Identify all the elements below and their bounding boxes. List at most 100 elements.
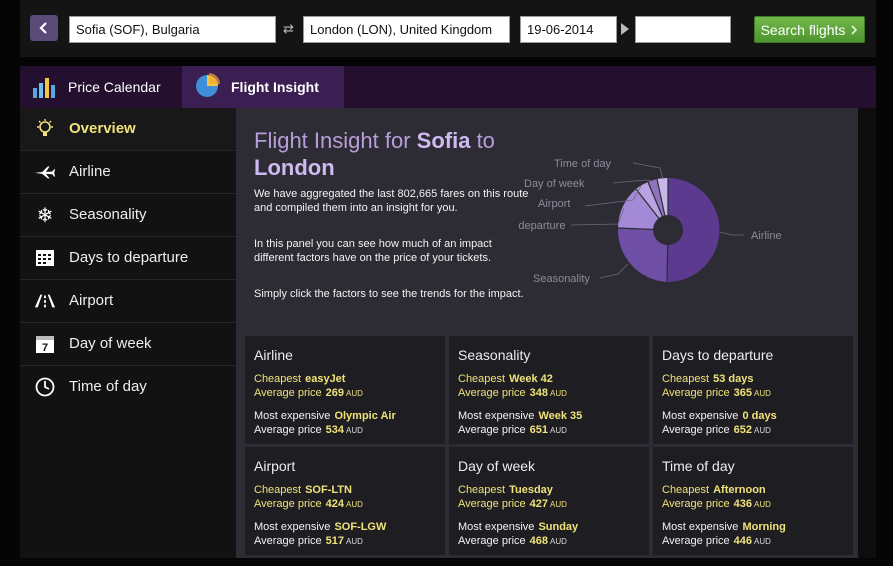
factor-card-time-of-day[interactable]: Time of day Cheapest Afternoon Average pric…	[653, 447, 853, 555]
expensive-price-row: Average price 534 AUD	[254, 424, 363, 436]
bar-chart-icon	[33, 78, 55, 98]
cheapest-price: 436	[733, 498, 753, 510]
arrow-right-icon	[621, 23, 629, 35]
cheapest-price-row: Average price 348 AUD	[458, 387, 567, 399]
expensive-label: Most expensive	[458, 410, 535, 422]
cheapest-price: 348	[529, 387, 549, 399]
cheapest-value: Week 42	[509, 373, 553, 385]
lightbulb-icon	[34, 119, 56, 139]
sidebar-item-time-of-day[interactable]: Time of day	[20, 366, 236, 409]
cheapest-price-row: Average price 427 AUD	[458, 498, 567, 510]
avg-price-label: Average price	[254, 387, 322, 399]
origin-input[interactable]: Sofia (SOF), Bulgaria	[69, 16, 276, 43]
expensive-value: SOF-LGW	[334, 521, 387, 533]
cheapest-value: Afternoon	[713, 484, 766, 496]
search-flights-button[interactable]: Search flights	[754, 16, 865, 43]
sidebar-item-day-of-week[interactable]: 7 Day of week	[20, 323, 236, 366]
tab-flight-insight-label: Flight Insight	[231, 79, 319, 95]
sidebar-item-airport[interactable]: Airport	[20, 280, 236, 323]
expensive-value: Sunday	[538, 521, 579, 533]
cheapest-label: Cheapest	[254, 373, 302, 385]
cheapest-price-row: Average price 436 AUD	[662, 498, 771, 510]
cheapest-value: Tuesday	[509, 484, 553, 496]
expensive-label: Most expensive	[662, 410, 739, 422]
departure-date-input[interactable]: 19-06-2014	[520, 16, 617, 43]
pie-label-time-of-day: Time of day	[554, 158, 612, 170]
factor-card-days-to-departure[interactable]: Days to departure Cheapest 53 days Average …	[653, 336, 853, 444]
title-prefix: Flight Insight for	[254, 128, 411, 153]
sidebar: Overview Airline ❄ Seasonality Days to d…	[20, 108, 236, 558]
expensive-row: Most expensive SOF-LGW	[254, 521, 386, 533]
currency-unit: AUD	[754, 537, 771, 546]
card-title: Time of day	[662, 458, 735, 474]
expensive-value: Week 35	[538, 410, 583, 422]
swap-icon[interactable]: ⇄	[283, 21, 294, 37]
factor-card-day-of-week[interactable]: Day of week Cheapest Tuesday Average price 4…	[449, 447, 649, 555]
back-button[interactable]	[30, 15, 58, 41]
main-panel: Overview Airline ❄ Seasonality Days to d…	[20, 108, 876, 558]
calendar-icon	[34, 248, 56, 268]
cheapest-value: 53 days	[713, 373, 754, 385]
title-destination: London	[254, 155, 335, 180]
sidebar-item-overview[interactable]: Overview	[20, 108, 236, 151]
expensive-label: Most expensive	[254, 410, 331, 422]
cheapest-price: 427	[529, 498, 549, 510]
sidebar-item-seasonality[interactable]: ❄ Seasonality	[20, 194, 236, 237]
factor-pie-chart[interactable]: Time of day Day of week Airport Days to …	[518, 156, 818, 296]
factor-card-seasonality[interactable]: Seasonality Cheapest Week 42 Average price 3…	[449, 336, 649, 444]
insight-description-3: Simply click the factors to see the tren…	[254, 288, 524, 300]
pie-chart-icon	[196, 73, 220, 97]
sidebar-item-airline[interactable]: Airline	[20, 151, 236, 194]
tab-price-calendar[interactable]: Price Calendar	[20, 66, 182, 108]
clock-icon	[34, 377, 56, 397]
currency-unit: AUD	[346, 389, 363, 398]
expensive-price: 446	[733, 535, 753, 547]
cheapest-label: Cheapest	[662, 373, 710, 385]
currency-unit: AUD	[550, 500, 567, 509]
currency-unit: AUD	[754, 389, 771, 398]
pie-label-airline: Airline	[751, 230, 782, 242]
return-date-input[interactable]	[635, 16, 731, 43]
title-origin: Sofia	[416, 128, 471, 153]
expensive-row: Most expensive Morning	[662, 521, 786, 533]
avg-price-label: Average price	[662, 387, 730, 399]
sidebar-item-days-to-departure[interactable]: Days to departure	[20, 237, 236, 280]
snowflake-icon: ❄	[36, 204, 54, 227]
title-mid: to	[476, 128, 495, 153]
tab-flight-insight[interactable]: Flight Insight	[182, 66, 344, 108]
cheapest-label: Cheapest	[662, 484, 710, 496]
currency-unit: AUD	[550, 426, 567, 435]
avg-price-label: Average price	[458, 387, 526, 399]
cheapest-price-row: Average price 269 AUD	[254, 387, 363, 399]
destination-input[interactable]: London (LON), United Kingdom	[303, 16, 510, 43]
cheapest-label: Cheapest	[458, 373, 506, 385]
sidebar-item-label: Time of day	[69, 378, 147, 395]
expensive-value: 0 days	[742, 410, 777, 422]
expensive-value: Morning	[742, 521, 786, 533]
expensive-label: Most expensive	[254, 521, 331, 533]
factor-card-airline[interactable]: Airline Cheapest easyJet Average price 269 AU…	[245, 336, 445, 444]
cheapest-price: 365	[733, 387, 753, 399]
expensive-price: 534	[325, 424, 345, 436]
insight-description-1: We have aggregated the last 802,665 fare…	[254, 188, 529, 214]
tab-bar: Price Calendar Flight Insight	[20, 66, 876, 108]
pie-label-day-of-week: Day of week	[524, 178, 585, 190]
avg-price-label: Average price	[254, 535, 322, 547]
svg-text:7: 7	[42, 342, 48, 354]
expensive-label: Most expensive	[458, 521, 535, 533]
currency-unit: AUD	[550, 389, 567, 398]
airplane-icon	[34, 162, 56, 182]
expensive-price: 517	[325, 535, 345, 547]
cheapest-price-row: Average price 424 AUD	[254, 498, 363, 510]
cheapest-price: 424	[325, 498, 345, 510]
pie-slices	[617, 177, 720, 283]
avg-price-label: Average price	[662, 535, 730, 547]
factor-card-airport[interactable]: Airport Cheapest SOF-LTN Average price 424 AU…	[245, 447, 445, 555]
search-flights-label: Search flights	[760, 21, 846, 38]
cheapest-value: SOF-LTN	[305, 484, 352, 496]
expensive-row: Most expensive Olympic Air	[254, 410, 396, 422]
card-title: Day of week	[458, 458, 536, 474]
avg-price-label: Average price	[254, 424, 322, 436]
card-title: Seasonality	[458, 347, 531, 363]
sidebar-item-label: Seasonality	[69, 206, 147, 223]
